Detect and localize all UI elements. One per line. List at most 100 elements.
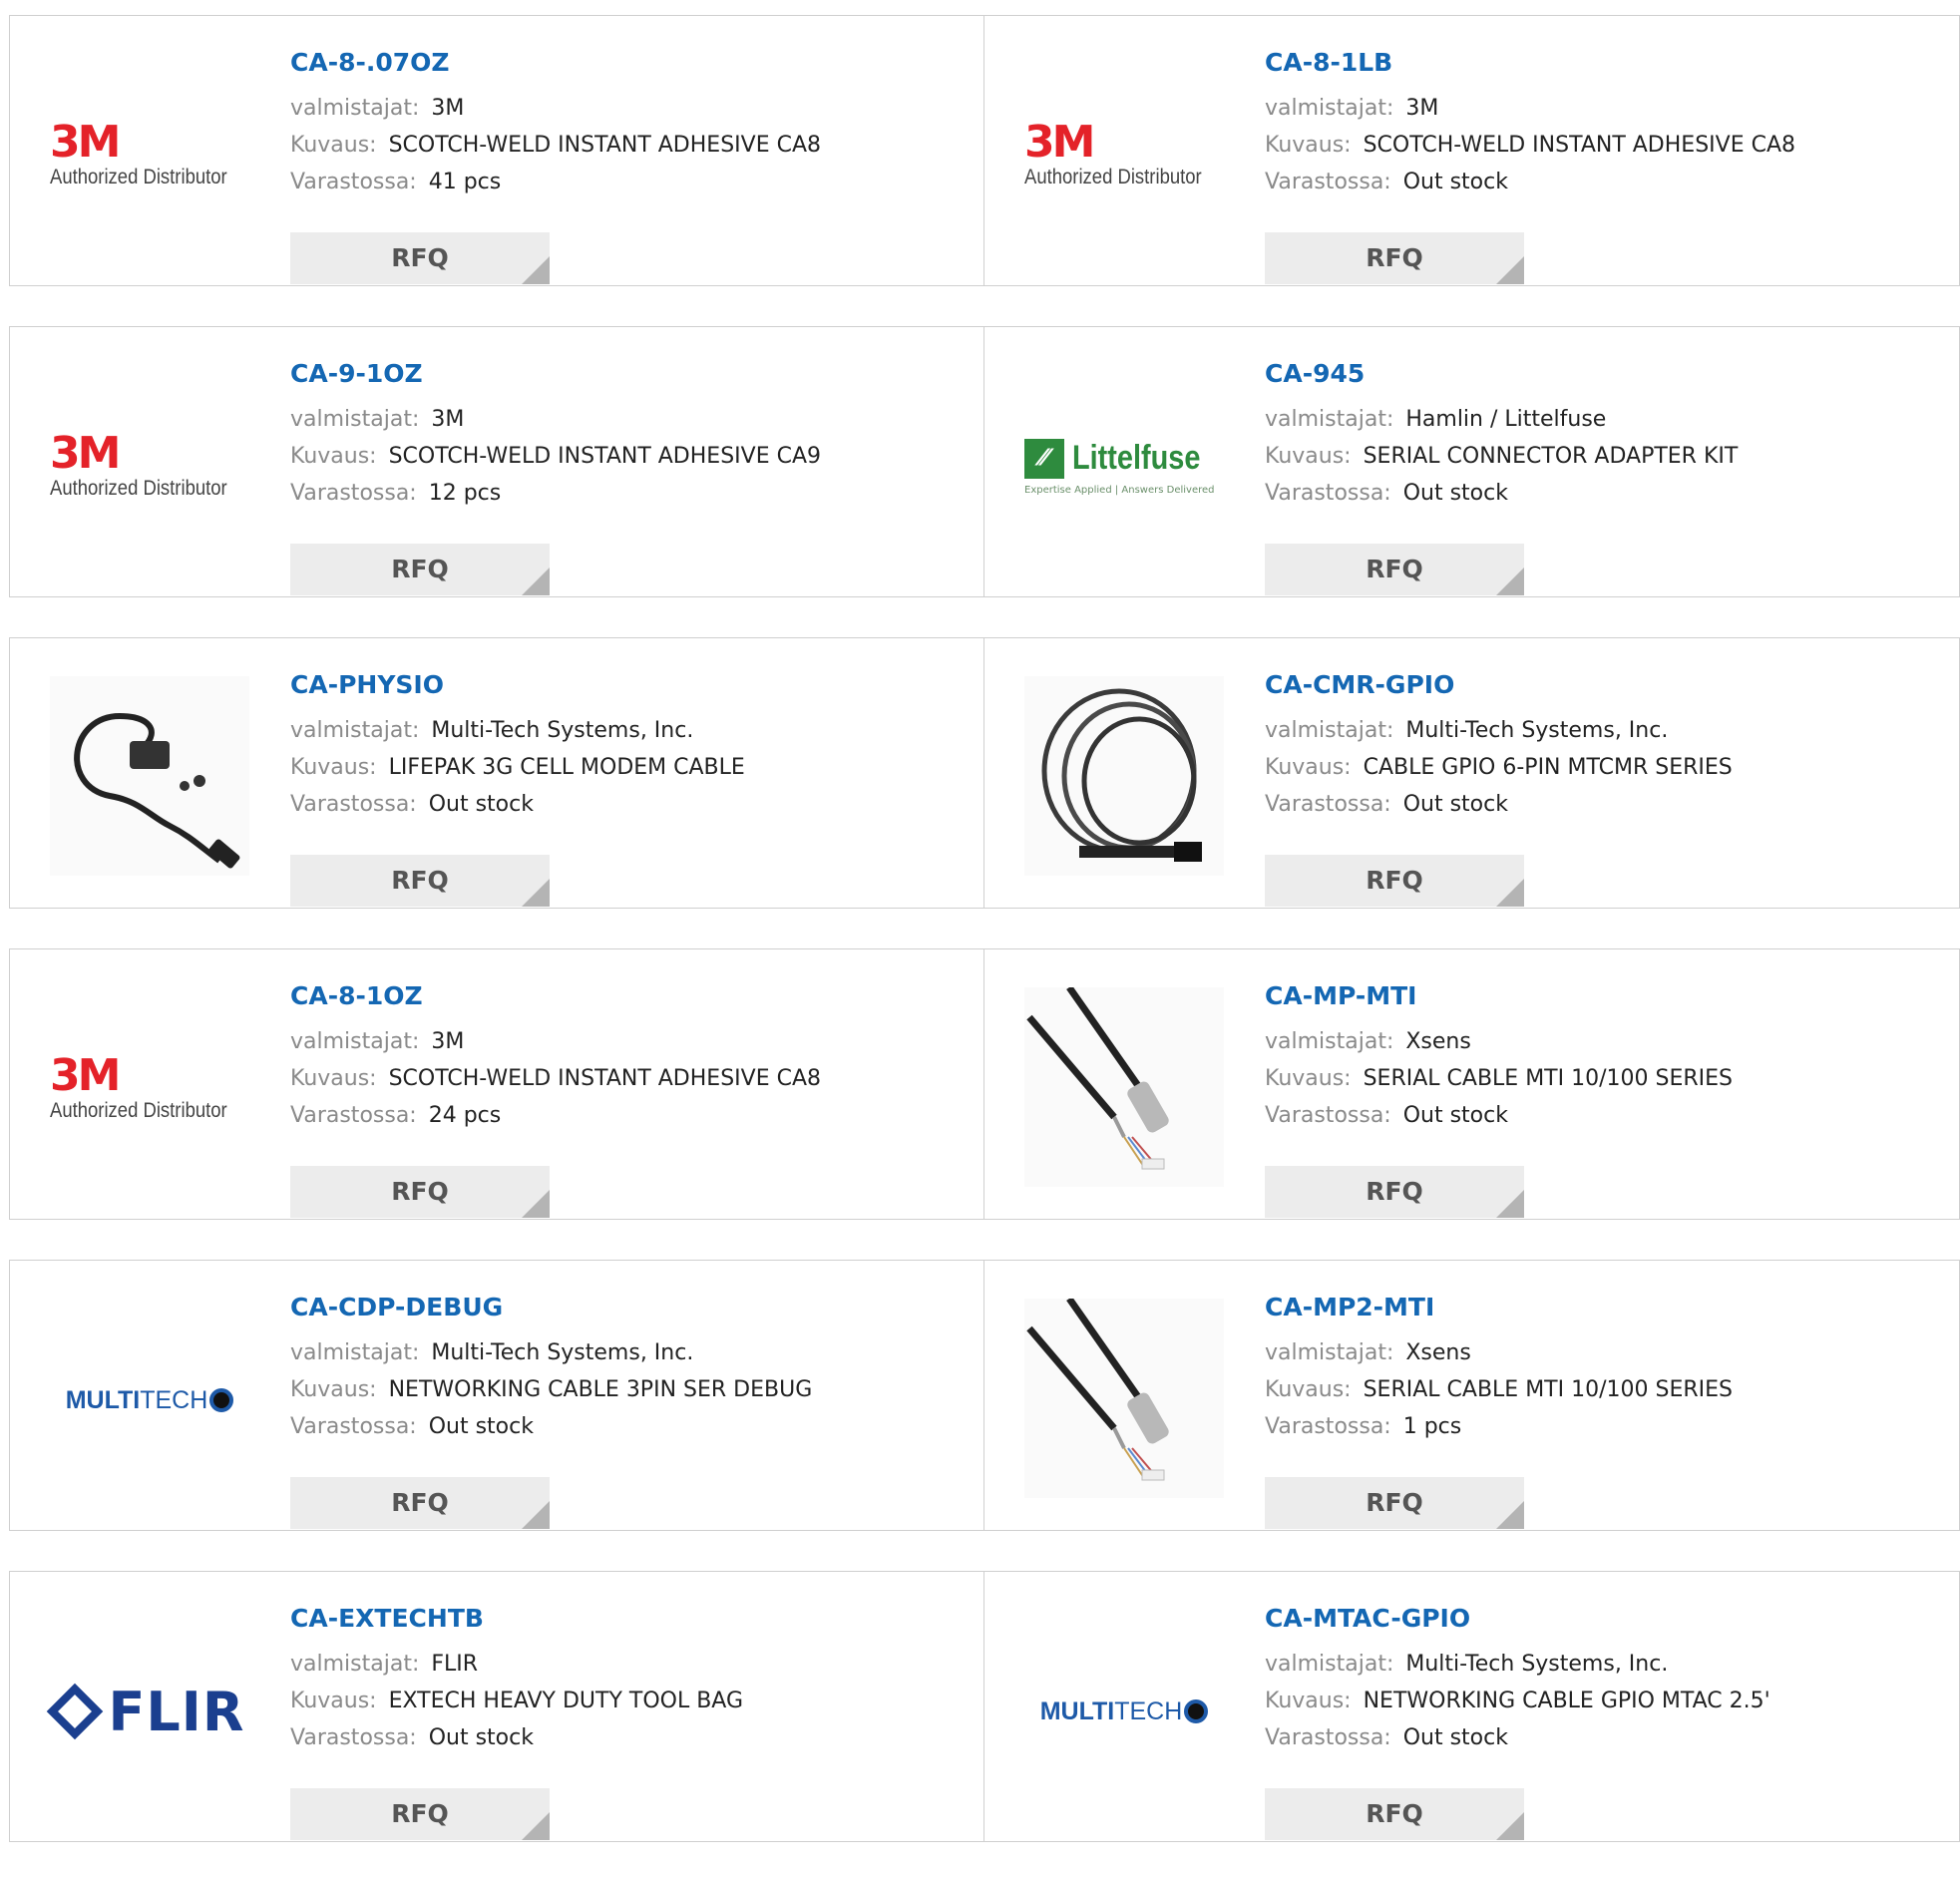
description-label: Kuvaus: xyxy=(1265,1066,1352,1091)
rfq-button[interactable]: RFQ xyxy=(290,1166,550,1218)
part-number-link[interactable]: CA-MP2-MTI xyxy=(1265,1293,1939,1322)
description-value: SCOTCH-WELD INSTANT ADHESIVE CA9 xyxy=(388,444,821,469)
description-label: Kuvaus: xyxy=(290,755,377,780)
product-row: 3M Authorized Distributor CA-8-1OZ valmista… xyxy=(9,948,1960,1222)
part-number-link[interactable]: CA-PHYSIO xyxy=(290,670,964,700)
rfq-label: RFQ xyxy=(391,243,449,272)
manufacturer-line: valmistajat: Xsens xyxy=(1265,1334,1939,1371)
stock-label: Varastossa: xyxy=(290,792,417,817)
product-row: CA-PHYSIO valmistajat: Multi-Tech Systems,… xyxy=(9,637,1960,911)
corner-triangle-icon xyxy=(522,879,550,907)
3m-logo: 3M Authorized Distributor xyxy=(50,1054,249,1124)
description-line: Kuvaus: CABLE GPIO 6-PIN MTCMR SERIES xyxy=(1265,749,1939,786)
coiled-cable-photo xyxy=(1024,676,1224,880)
stock-label: Varastossa: xyxy=(1265,1725,1391,1750)
3m-logo: 3M Authorized Distributor xyxy=(1024,121,1224,190)
stock-value: 24 pcs xyxy=(428,1103,502,1128)
manufacturer-line: valmistajat: FLIR xyxy=(290,1646,964,1683)
product-image[interactable]: MULTI TECH xyxy=(1024,1612,1224,1811)
product-image[interactable]: 3M Authorized Distributor xyxy=(50,989,249,1189)
flir-logo: FLIR xyxy=(46,1681,245,1743)
corner-triangle-icon xyxy=(1496,567,1524,595)
product-info: CA-PHYSIO valmistajat: Multi-Tech Systems,… xyxy=(290,670,964,907)
rfq-label: RFQ xyxy=(1366,866,1423,895)
stock-line: Varastossa: 24 pcs xyxy=(290,1097,964,1134)
product-card: 3M Authorized Distributor CA-8-1OZ valmista… xyxy=(9,948,984,1220)
corner-triangle-icon xyxy=(1496,256,1524,284)
part-number-link[interactable]: CA-945 xyxy=(1265,359,1939,389)
part-number-link[interactable]: CA-8-1OZ xyxy=(290,981,964,1011)
littelfuse-tagline: Expertise Applied | Answers Delivered xyxy=(1024,484,1215,496)
modem-cable-photo xyxy=(50,676,249,880)
rfq-label: RFQ xyxy=(391,555,449,583)
manufacturer-value: 3M xyxy=(431,407,465,432)
manufacturer-value: Multi-Tech Systems, Inc. xyxy=(1405,1652,1669,1677)
rfq-button[interactable]: RFQ xyxy=(290,855,550,907)
manufacturer-line: valmistajat: Multi-Tech Systems, Inc. xyxy=(1265,712,1939,749)
product-image[interactable]: FLIR xyxy=(46,1612,249,1811)
corner-triangle-icon xyxy=(1496,1501,1524,1529)
description-line: Kuvaus: SERIAL CONNECTOR ADAPTER KIT xyxy=(1265,438,1939,475)
product-info: CA-EXTECHTB valmistajat: FLIR Kuvaus: EXTECH… xyxy=(290,1604,964,1840)
rfq-button[interactable]: RFQ xyxy=(290,1477,550,1529)
flir-diamond-icon xyxy=(46,1683,103,1740)
rfq-button[interactable]: RFQ xyxy=(290,544,550,595)
product-image[interactable]: ⁄⁄ Littelfuse Expertise Applied | Answers … xyxy=(1024,367,1224,566)
part-number-link[interactable]: CA-MP-MTI xyxy=(1265,981,1939,1011)
rfq-button[interactable]: RFQ xyxy=(290,232,550,284)
part-number-link[interactable]: CA-9-1OZ xyxy=(290,359,964,389)
product-row: FLIR CA-EXTECHTB valmistajat: FLIR Kuvaus: EX… xyxy=(9,1571,1960,1844)
product-image[interactable]: 3M Authorized Distributor xyxy=(50,56,249,255)
product-card: 3M Authorized Distributor CA-8-.07OZ valmis… xyxy=(9,15,984,286)
rfq-button[interactable]: RFQ xyxy=(1265,1788,1524,1840)
rfq-button[interactable]: RFQ xyxy=(1265,1166,1524,1218)
3m-logo-mark: 3M xyxy=(50,117,121,168)
part-number-link[interactable]: CA-8-.07OZ xyxy=(290,48,964,78)
corner-triangle-icon xyxy=(1496,1190,1524,1218)
description-value: SCOTCH-WELD INSTANT ADHESIVE CA8 xyxy=(1363,133,1795,158)
product-card: CA-MP-MTI valmistajat: Xsens Kuvaus: SERIAL … xyxy=(984,948,1960,1220)
rfq-button[interactable]: RFQ xyxy=(1265,544,1524,595)
description-value: SERIAL CONNECTOR ADAPTER KIT xyxy=(1363,444,1739,469)
product-image[interactable]: MULTI TECH xyxy=(50,1301,249,1500)
corner-triangle-icon xyxy=(1496,1812,1524,1840)
stock-label: Varastossa: xyxy=(290,1414,417,1439)
rfq-button[interactable]: RFQ xyxy=(1265,1477,1524,1529)
littelfuse-mark-icon: ⁄⁄ xyxy=(1024,438,1064,479)
part-number-link[interactable]: CA-EXTECHTB xyxy=(290,1604,964,1634)
part-number-link[interactable]: CA-CDP-DEBUG xyxy=(290,1293,964,1322)
product-image[interactable] xyxy=(50,676,249,880)
product-card: 3M Authorized Distributor CA-9-1OZ valmista… xyxy=(9,326,984,597)
product-image[interactable] xyxy=(1024,1296,1224,1500)
rfq-button[interactable]: RFQ xyxy=(1265,855,1524,907)
product-card: 3M Authorized Distributor CA-8-1LB valmista… xyxy=(984,15,1960,286)
stock-value: 12 pcs xyxy=(428,481,502,506)
3m-logo-subtitle: Authorized Distributor xyxy=(50,166,227,188)
manufacturer-value: Xsens xyxy=(1405,1340,1471,1365)
manufacturer-value: Multi-Tech Systems, Inc. xyxy=(431,718,694,743)
rfq-button[interactable]: RFQ xyxy=(290,1788,550,1840)
product-image[interactable] xyxy=(1024,984,1224,1189)
3m-logo-subtitle: Authorized Distributor xyxy=(50,477,227,500)
part-number-link[interactable]: CA-8-1LB xyxy=(1265,48,1939,78)
product-info: CA-8-1OZ valmistajat: 3M Kuvaus: SCOTCH-WELD… xyxy=(290,981,964,1218)
description-label: Kuvaus: xyxy=(290,1377,377,1402)
stock-value: Out stock xyxy=(1402,481,1508,506)
stock-line: Varastossa: 12 pcs xyxy=(290,475,964,512)
rfq-button[interactable]: RFQ xyxy=(1265,232,1524,284)
rfq-label: RFQ xyxy=(1366,555,1423,583)
product-info: CA-CDP-DEBUG valmistajat: Multi-Tech Syste… xyxy=(290,1293,964,1529)
product-image[interactable]: 3M Authorized Distributor xyxy=(50,367,249,566)
stock-line: Varastossa: 41 pcs xyxy=(290,164,964,200)
product-image[interactable] xyxy=(1024,676,1224,880)
product-image[interactable]: 3M Authorized Distributor xyxy=(1024,56,1224,255)
rfq-label: RFQ xyxy=(1366,1177,1423,1206)
stock-value: Out stock xyxy=(1402,1725,1508,1750)
rfq-label: RFQ xyxy=(1366,1488,1423,1517)
part-number-link[interactable]: CA-CMR-GPIO xyxy=(1265,670,1939,700)
description-label: Kuvaus: xyxy=(290,1066,377,1091)
product-row: MULTI TECH CA-CDP-DEBUG valmistajat: Multi-T… xyxy=(9,1260,1960,1533)
description-label: Kuvaus: xyxy=(1265,1689,1352,1713)
product-info: CA-CMR-GPIO valmistajat: Multi-Tech System… xyxy=(1265,670,1939,907)
part-number-link[interactable]: CA-MTAC-GPIO xyxy=(1265,1604,1939,1634)
